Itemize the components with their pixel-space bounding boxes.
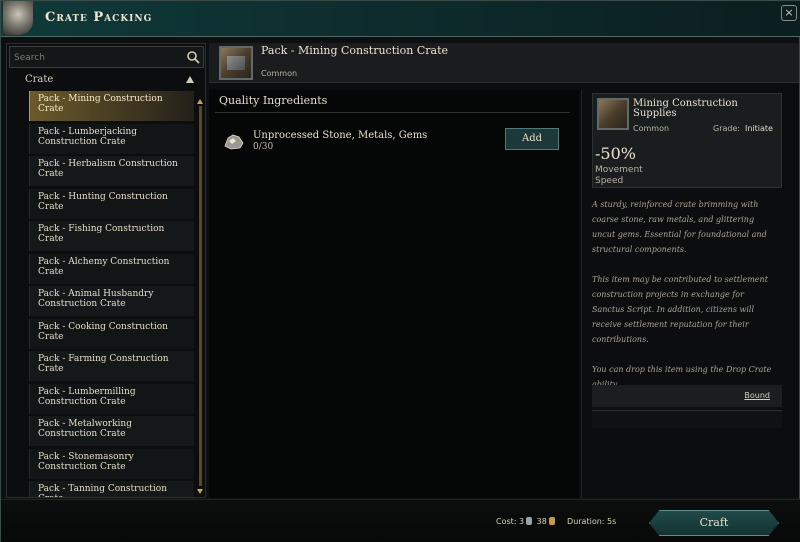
bound-link[interactable]: Bound — [744, 391, 770, 400]
add-ingredient-button[interactable]: Add — [505, 128, 559, 150]
window-emblem-icon — [3, 1, 33, 35]
recipe-item[interactable]: Pack - Metalworking Construction Crate — [29, 416, 194, 446]
duration-value: 5s — [607, 517, 617, 526]
gold-coin-icon — [548, 517, 555, 525]
recipe-sidebar: Crate Pack - Mining Construction Crate P… — [6, 43, 206, 498]
cost-silver-value: 3 — [519, 517, 525, 526]
detail-header: Mining Construction Supplies Common Grad… — [592, 93, 782, 188]
description-paragraph: A sturdy, reinforced crate brimming with… — [592, 200, 767, 254]
description-paragraph: This item may be contributed to settleme… — [592, 275, 768, 344]
bound-row: Bound — [592, 385, 782, 407]
recipe-item[interactable]: Pack - Animal Husbandry Construction Cra… — [29, 286, 194, 316]
stat-value: -50% — [595, 144, 636, 163]
chevron-up-icon[interactable] — [186, 76, 194, 83]
recipe-item[interactable]: Pack - Hunting Construction Crate — [29, 188, 194, 219]
stat-label: Movement Speed — [595, 165, 643, 186]
grade-value: Initiate — [745, 124, 773, 133]
title-bar: Crate Packing × — [1, 1, 800, 37]
close-button[interactable]: × — [781, 5, 797, 21]
search-icon[interactable] — [186, 50, 200, 64]
cost-display: Cost: 3 38 Duration: 5s — [496, 517, 616, 526]
ingredient-count: 0/30 — [253, 142, 274, 152]
recipe-item[interactable]: Pack - Farming Construction Crate — [29, 351, 194, 381]
cost-gold-value: 38 — [536, 517, 547, 526]
scrollbar[interactable] — [199, 106, 202, 486]
silver-coin-icon — [526, 517, 533, 525]
section-divider — [215, 112, 570, 113]
recipe-item[interactable]: Pack - Stonemasonry Construction Crate — [29, 448, 194, 479]
item-description: A sturdy, reinforced crate brimming with… — [592, 197, 772, 407]
crate-packing-window: Crate Packing × Crate Pack - Mining Cons… — [0, 0, 800, 542]
detail-item-name: Mining Construction Supplies — [633, 98, 738, 119]
ore-icon — [224, 134, 244, 150]
detail-footer — [592, 410, 782, 428]
duration-label: Duration: — [567, 517, 605, 526]
recipe-item[interactable]: Pack - Lumberjacking Construction Crate — [29, 123, 194, 154]
category-label: Crate — [25, 74, 54, 85]
craft-button[interactable]: Craft — [649, 510, 779, 536]
category-header[interactable]: Crate — [9, 71, 204, 89]
scroll-down-icon[interactable] — [197, 489, 203, 494]
recipe-title: Pack - Mining Construction Crate — [261, 44, 449, 57]
recipe-item[interactable]: Pack - Alchemy Construction Crate — [29, 253, 194, 284]
main-panel: Pack - Mining Construction Crate Common … — [209, 43, 799, 498]
ingredients-panel: Quality Ingredients Unprocessed Stone, M… — [209, 90, 579, 498]
recipe-header: Pack - Mining Construction Crate Common — [209, 43, 799, 83]
recipe-item[interactable]: Pack - Mining Construction Crate — [29, 91, 194, 121]
section-title: Quality Ingredients — [219, 94, 328, 107]
search-box[interactable] — [9, 46, 204, 68]
recipe-item[interactable]: Pack - Herbalism Construction Crate — [29, 156, 194, 186]
recipe-item[interactable]: Pack - Tanning Construction Crate — [29, 481, 194, 497]
crate-icon — [219, 46, 253, 80]
grade-label: Grade: — [713, 124, 741, 133]
item-detail-panel: Mining Construction Supplies Common Grad… — [582, 90, 782, 430]
ingredient-name: Unprocessed Stone, Metals, Gems — [253, 130, 428, 141]
supplies-icon — [597, 98, 629, 130]
recipe-item[interactable]: Pack - Cooking Construction Crate — [29, 318, 194, 349]
search-input[interactable] — [14, 50, 184, 65]
bottom-bar: Cost: 3 38 Duration: 5s Craft — [1, 499, 800, 542]
cost-label: Cost: — [496, 517, 517, 526]
recipe-item[interactable]: Pack - Fishing Construction Crate — [29, 221, 194, 251]
recipe-item[interactable]: Pack - Lumbermilling Construction Crate — [29, 383, 194, 414]
window-title: Crate Packing — [45, 10, 153, 25]
recipe-rarity: Common — [261, 69, 298, 78]
ingredient-row: Unprocessed Stone, Metals, Gems 0/30 Add — [221, 128, 571, 158]
scroll-up-icon[interactable] — [197, 99, 203, 104]
recipe-list: Pack - Mining Construction Crate Pack - … — [29, 91, 194, 497]
detail-rarity: Common — [633, 124, 670, 133]
